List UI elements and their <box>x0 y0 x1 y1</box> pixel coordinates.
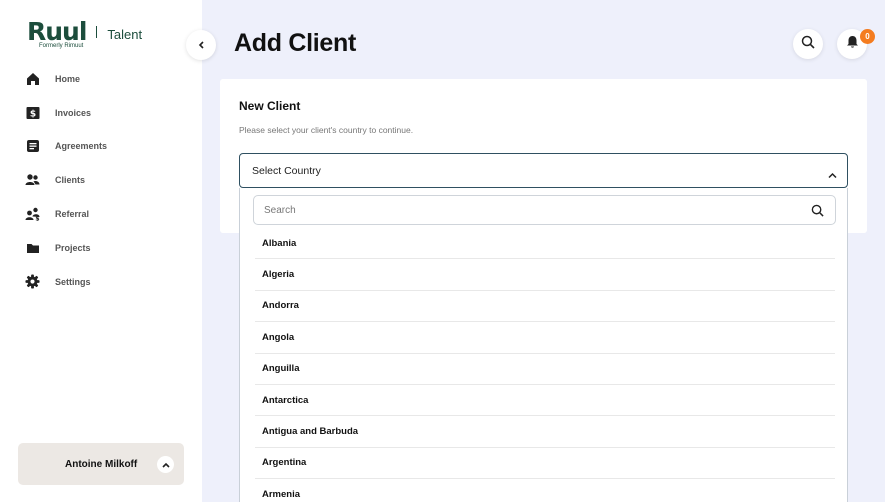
country-option-label: Andorra <box>262 300 299 312</box>
search-icon <box>811 204 824 222</box>
search-button[interactable] <box>793 29 823 59</box>
logo-divider <box>96 26 98 38</box>
country-option[interactable]: Algeria <box>255 259 835 291</box>
sidebar-item-settings[interactable]: Settings <box>0 265 202 299</box>
agreement-icon <box>25 139 40 154</box>
country-option-label: Antigua and Barbuda <box>262 426 359 438</box>
sidebar-item-label: Referral <box>55 209 90 220</box>
sidebar-item-invoices[interactable]: $ Invoices <box>0 96 202 130</box>
sidebar-item-label: Clients <box>55 175 86 186</box>
clients-icon <box>25 173 40 188</box>
notification-badge: 0 <box>860 29 875 44</box>
country-option-label: Antarctica <box>262 394 309 406</box>
sidebar-item-agreements[interactable]: Agreements <box>0 130 202 164</box>
logo-text: Ruul <box>27 17 87 46</box>
chevron-up-icon[interactable] <box>157 456 174 473</box>
sidebar-nav: Home $ Invoices Agreements Clients $ Ref… <box>0 62 202 299</box>
country-select[interactable]: Select Country <box>239 153 848 188</box>
sidebar: Ruul Formerly Rimuut Talent Home $ Invoi… <box>0 0 202 502</box>
sidebar-item-projects[interactable]: Projects <box>0 231 202 265</box>
user-name: Antoine Milkoff <box>65 458 138 470</box>
user-menu[interactable]: Antoine Milkoff <box>18 443 184 485</box>
country-option[interactable]: Andorra <box>255 291 835 323</box>
country-select-value: Select Country <box>252 164 321 177</box>
svg-text:$: $ <box>35 216 39 222</box>
country-search <box>253 195 836 225</box>
country-dropdown: Albania Algeria Andorra Angola Anguilla … <box>239 188 848 502</box>
page-title: Add Client <box>234 29 356 57</box>
country-option[interactable]: Antarctica <box>255 385 835 417</box>
referral-icon: $ <box>25 207 40 222</box>
country-option-label: Albania <box>262 237 297 249</box>
invoice-icon: $ <box>25 105 40 120</box>
sidebar-collapse-button[interactable] <box>186 30 216 60</box>
sidebar-item-label: Invoices <box>55 107 92 118</box>
sidebar-item-label: Home <box>55 73 81 84</box>
country-option-label: Angola <box>262 331 295 343</box>
product-name: Talent <box>107 27 143 42</box>
country-option-label: Armenia <box>262 488 301 500</box>
country-search-input[interactable] <box>264 204 784 216</box>
chevron-up-icon <box>828 166 837 184</box>
sidebar-item-label: Projects <box>55 242 91 253</box>
gear-icon <box>25 274 40 289</box>
country-option[interactable]: Argentina <box>255 448 835 480</box>
chevron-left-icon <box>198 36 204 54</box>
folder-icon <box>25 240 40 255</box>
svg-text:$: $ <box>29 109 35 119</box>
country-option-label: Argentina <box>262 457 307 469</box>
country-option[interactable]: Armenia <box>255 479 835 502</box>
country-options: Albania Algeria Andorra Angola Anguilla … <box>255 228 835 502</box>
sidebar-item-referral[interactable]: $ Referral <box>0 197 202 231</box>
sidebar-item-label: Agreements <box>55 141 108 152</box>
brand-logo[interactable]: Ruul Formerly Rimuut Talent <box>27 17 143 49</box>
country-option[interactable]: Antigua and Barbuda <box>255 416 835 448</box>
country-option[interactable]: Angola <box>255 322 835 354</box>
home-icon <box>25 71 40 86</box>
country-option-label: Anguilla <box>262 363 300 375</box>
country-option[interactable]: Albania <box>255 228 835 260</box>
country-option[interactable]: Anguilla <box>255 354 835 385</box>
sidebar-item-clients[interactable]: Clients <box>0 163 202 197</box>
sidebar-item-label: Settings <box>55 276 91 287</box>
sidebar-item-home[interactable]: Home <box>0 62 202 96</box>
country-option-label: Algeria <box>262 269 295 281</box>
form-hint: Please select your client's country to c… <box>239 125 414 135</box>
bell-icon <box>846 35 859 54</box>
logo-subtitle: Formerly Rimuut <box>39 43 84 49</box>
form-title: New Client <box>239 99 301 113</box>
search-icon <box>801 35 815 54</box>
